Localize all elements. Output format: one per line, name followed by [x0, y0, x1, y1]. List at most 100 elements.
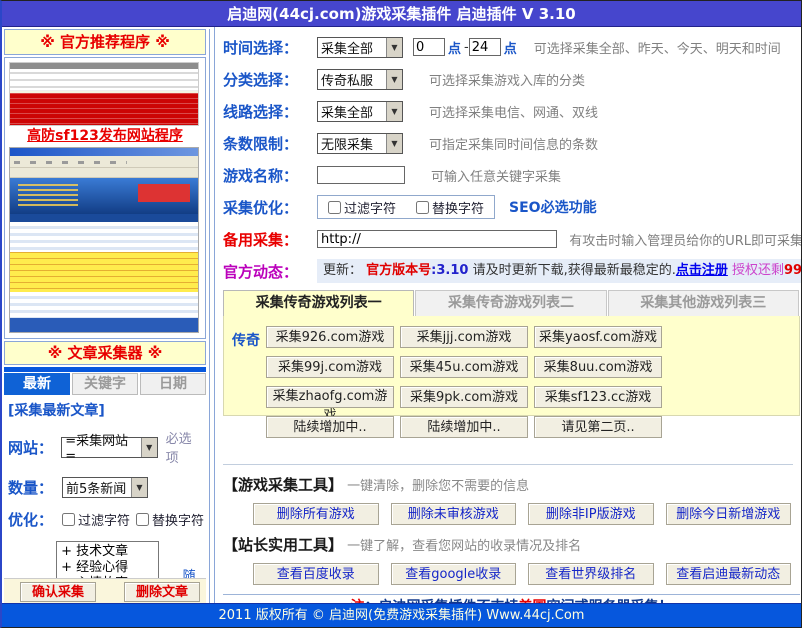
count-select-value: 前5条新闻	[63, 478, 131, 497]
collect-game-button[interactable]: 采集zhaofg.com游戏	[266, 386, 394, 408]
game-buttons-grid: 采集926.com游戏 采集jjj.com游戏 采集yaosf.com游戏 采集…	[266, 326, 799, 446]
promo-site-thumbnail[interactable]	[9, 62, 199, 126]
seo-hint: SEO必选功能	[509, 197, 597, 217]
replace-chars-checkbox[interactable]	[136, 513, 149, 526]
game-tools-title: 【游戏采集工具】 一键清除，删除您不需要的信息	[223, 474, 802, 495]
limit-select[interactable]: 无限采集 ▼	[317, 133, 403, 154]
collect-optimize-label: 采集优化：	[223, 197, 317, 218]
legend-label: 传奇	[232, 330, 260, 350]
time-label: 时间选择：	[223, 37, 317, 58]
license-prefix: 授权还剩	[728, 263, 784, 278]
collect-game-button[interactable]: 陆续增加中..	[266, 416, 394, 438]
category-option[interactable]: + 经验心得	[61, 560, 154, 576]
delete-today-games-button[interactable]: 删除今日新增游戏	[666, 503, 792, 525]
game-name-input[interactable]	[317, 166, 405, 184]
category-option[interactable]: + 技术文章	[61, 544, 154, 560]
time-row: 时间选择： 采集全部 ▼ 点 - 点 可选择采集全部、昨天、今天、明天和时间	[223, 34, 802, 60]
tab-keyword[interactable]: 关键字	[72, 373, 138, 395]
collect-game-button[interactable]: 采集jjj.com游戏	[400, 326, 528, 348]
license-days: 995	[784, 263, 802, 278]
hour-label: 点	[504, 38, 517, 57]
site-select[interactable]: =采集网站= ▼	[61, 437, 157, 458]
line-select[interactable]: 采集全部 ▼	[317, 101, 403, 122]
check-baidu-button[interactable]: 查看百度收录	[253, 563, 379, 585]
delete-non-ip-games-button[interactable]: 删除非IP版游戏	[528, 503, 654, 525]
site-row: 网站： =采集网站= ▼ 必选项	[8, 428, 204, 466]
tab-latest[interactable]: 最新	[4, 373, 70, 395]
limit-select-value: 无限采集	[318, 134, 386, 153]
filter-chars-label: 过滤字符	[344, 198, 396, 217]
check-rank-button[interactable]: 查看世界级排名	[528, 563, 654, 585]
delete-article-button[interactable]: 删除文章	[124, 582, 200, 602]
tab-date[interactable]: 日期	[140, 373, 206, 395]
webmaster-tools-desc: 一键了解，查看您网站的收录情况及排名	[347, 539, 581, 554]
collect-game-button[interactable]: 采集sf123.cc游戏	[534, 386, 662, 408]
check-news-button[interactable]: 查看启迪最新动态	[666, 563, 792, 585]
collect-game-button[interactable]: 采集99j.com游戏	[266, 356, 394, 378]
dropdown-arrow-icon: ▼	[386, 70, 402, 89]
collect-game-button[interactable]: 采集8uu.com游戏	[534, 356, 662, 378]
app-window: 启迪网(44cj.com)游戏采集插件 启迪插件 V 3.10 ※ 官方推荐程序…	[0, 0, 802, 628]
collect-game-button[interactable]: 采集926.com游戏	[266, 326, 394, 348]
dropdown-arrow-icon: ▼	[386, 134, 402, 153]
sidebar-actions: 确认采集 删除文章	[4, 578, 206, 605]
promo-section-header: ※ 官方推荐程序 ※	[4, 29, 206, 55]
count-row: 数量： 前5条新闻 ▼	[8, 477, 204, 498]
time-from-input[interactable]	[413, 38, 445, 56]
line-select-value: 采集全部	[318, 102, 386, 121]
site-footer-bar	[10, 318, 198, 333]
limit-label: 条数限制：	[223, 133, 317, 154]
filter-chars-checkbox[interactable]	[328, 201, 341, 214]
tab-game-list-3[interactable]: 采集其他游戏列表三	[608, 290, 799, 316]
promo-link[interactable]: 高防sf123发布网站程序	[9, 126, 201, 147]
news-version-label: 官方版本号	[366, 263, 431, 278]
backup-url-input[interactable]	[317, 230, 557, 248]
collect-game-button[interactable]: 采集9pk.com游戏	[400, 386, 528, 408]
collect-game-button[interactable]: 采集45u.com游戏	[400, 356, 528, 378]
confirm-collect-button[interactable]: 确认采集	[20, 582, 96, 602]
site-select-value: =采集网站=	[62, 430, 141, 464]
dropdown-arrow-icon: ▼	[141, 438, 157, 457]
collect-game-button[interactable]: 采集yaosf.com游戏	[534, 326, 662, 348]
time-select[interactable]: 采集全部 ▼	[317, 37, 403, 58]
register-link[interactable]: 点击注册	[676, 263, 728, 278]
window-title: 启迪网(44cj.com)游戏采集插件 启迪插件 V 3.10	[2, 1, 801, 27]
browser-titlebar	[10, 148, 198, 156]
check-google-button[interactable]: 查看google收录	[391, 563, 517, 585]
game-tools-buttons: 删除所有游戏 删除未审核游戏 删除非IP版游戏 删除今日新增游戏	[253, 503, 802, 525]
tab-game-list-1[interactable]: 采集传奇游戏列表一	[223, 290, 414, 316]
site-banner	[10, 178, 198, 214]
news-text: 请及时更新下载,获得最新最稳定的.	[468, 263, 675, 278]
limit-hint: 可指定采集同时间信息的条数	[429, 134, 598, 153]
form-section-title: [采集最新文章]	[8, 400, 204, 420]
delete-unreviewed-games-button[interactable]: 删除未审核游戏	[391, 503, 517, 525]
backup-label: 备用采集：	[223, 229, 317, 250]
optimize-label: 优化：	[8, 509, 62, 530]
tab-game-list-2[interactable]: 采集传奇游戏列表二	[415, 290, 606, 316]
copyright-footer: 2011 版权所有 © 启迪网(免费游戏采集插件) Www.44cj.Com	[2, 603, 801, 627]
section-divider	[223, 464, 793, 465]
promo-panel: 高防sf123发布网站程序	[4, 57, 206, 339]
line-hint: 可选择采集电信、网通、双线	[429, 102, 598, 121]
count-select[interactable]: 前5条新闻 ▼	[62, 477, 148, 498]
dropdown-arrow-icon: ▼	[131, 478, 147, 497]
site-table-rows-2	[10, 292, 198, 318]
line-row: 线路选择： 采集全部 ▼ 可选择采集电信、网通、双线	[223, 98, 802, 124]
official-news-strip: 更新： 官方版本号:3.10 请及时更新下载,获得最新最稳定的.点击注册 授权还…	[317, 259, 802, 283]
collect-game-button[interactable]: 请见第二页..	[534, 416, 662, 438]
delete-all-games-button[interactable]: 删除所有游戏	[253, 503, 379, 525]
game-buttons-panel: 传奇 采集926.com游戏 采集jjj.com游戏 采集yaosf.com游戏…	[223, 316, 800, 416]
filter-chars-checkbox[interactable]	[62, 513, 75, 526]
article-site-thumbnail[interactable]	[9, 147, 199, 333]
game-name-label: 游戏名称：	[223, 165, 317, 186]
sidebar-tab-bar: 最新 关键字 日期	[4, 373, 206, 395]
category-select[interactable]: 传奇私服 ▼	[317, 69, 403, 90]
site-table-header	[10, 214, 198, 222]
time-to-input[interactable]	[469, 38, 501, 56]
game-name-hint: 可输入任意关键字采集	[431, 166, 561, 185]
backup-row: 备用采集： 有攻击时输入管理员给你的URL即可采集	[223, 226, 802, 252]
thumbnail-red-banner	[10, 93, 198, 126]
collect-game-button[interactable]: 陆续增加中..	[400, 416, 528, 438]
optimize-options-group: 过滤字符 替换字符	[317, 195, 495, 219]
replace-chars-checkbox[interactable]	[416, 201, 429, 214]
